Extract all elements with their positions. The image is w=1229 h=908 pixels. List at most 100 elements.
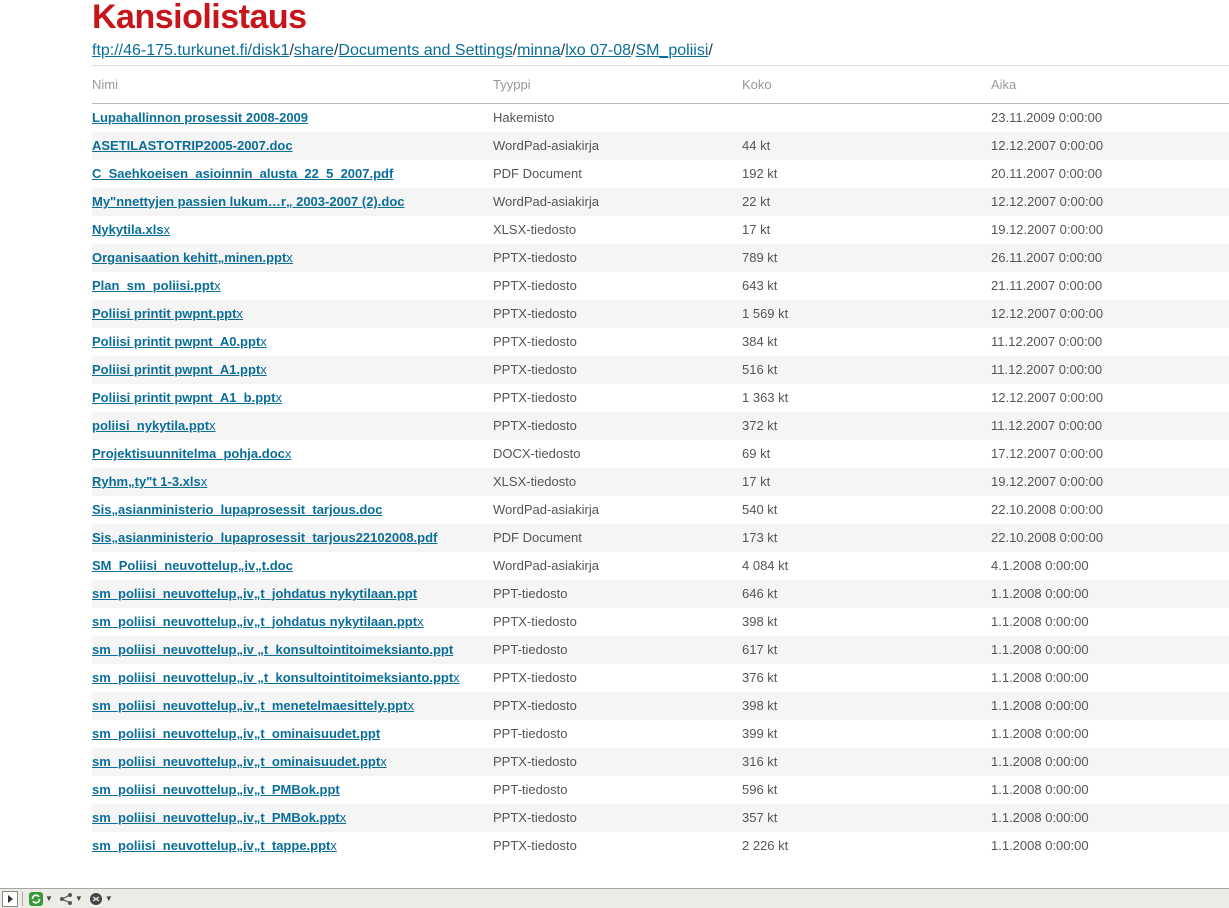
cell-name: sm_poliisi_neuvottelup„iv„t_ominaisuudet… (92, 720, 493, 748)
file-link[interactable]: Nykytila.xlsx (92, 222, 170, 237)
file-link[interactable]: sm_poliisi_neuvottelup„iv „t_konsultoint… (92, 670, 460, 685)
cell-name: Poliisi printit pwpnt_A1_b.pptx (92, 384, 493, 412)
file-name-ext: x (284, 446, 292, 461)
cell-time: 1.1.2008 0:00:00 (991, 776, 1229, 804)
cell-type: WordPad-asiakirja (493, 496, 742, 524)
column-header-type[interactable]: Tyyppi (493, 65, 742, 104)
cell-time: 20.11.2007 0:00:00 (991, 160, 1229, 188)
cell-size: 398 kt (742, 692, 991, 720)
cell-size: 22 kt (742, 188, 991, 216)
file-name-base: sm_poliisi_neuvottelup„iv„t_PMBok.ppt (92, 782, 340, 797)
cell-type: PPT-tiedosto (493, 776, 742, 804)
cell-name: Poliisi printit pwpnt_A0.pptx (92, 328, 493, 356)
cell-type: PPTX-tiedosto (493, 300, 742, 328)
cell-name: sm_poliisi_neuvottelup„iv „t_konsultoint… (92, 636, 493, 664)
cell-type: XLSX-tiedosto (493, 468, 742, 496)
cell-type: PPTX-tiedosto (493, 804, 742, 832)
status-bar: ▼ ▼ ▼ (0, 888, 1229, 908)
breadcrumb-link-5[interactable]: SM_poliisi (635, 42, 708, 59)
file-link[interactable]: sm_poliisi_neuvottelup„iv„t_PMBok.pptx (92, 810, 346, 825)
file-link[interactable]: C_Saehkoeisen_asioinnin_alusta_22_5_2007… (92, 166, 393, 181)
cell-size: 316 kt (742, 748, 991, 776)
file-link[interactable]: sm_poliisi_neuvottelup„iv„t_johdatus nyk… (92, 586, 417, 601)
cell-size: 617 kt (742, 636, 991, 664)
file-link[interactable]: SM_Poliisi_neuvottelup„iv„t.doc (92, 558, 293, 573)
file-link[interactable]: sm_poliisi_neuvottelup„iv„t_tappe.pptx (92, 838, 337, 853)
cell-type: PPTX-tiedosto (493, 692, 742, 720)
file-link[interactable]: Poliisi printit pwpnt_A1.pptx (92, 362, 267, 377)
cell-time: 21.11.2007 0:00:00 (991, 272, 1229, 300)
file-link[interactable]: sm_poliisi_neuvottelup„iv„t_ominaisuudet… (92, 754, 387, 769)
table-row: Organisaation kehitt„minen.pptx PPTX-tied… (92, 244, 1229, 272)
column-header-name[interactable]: Nimi (92, 65, 493, 104)
file-name-base: sm_poliisi_neuvottelup„iv „t_konsultoint… (92, 670, 454, 685)
file-link[interactable]: Sis„asianministerio_lupaprosessit_tarjou… (92, 502, 382, 517)
cell-time: 1.1.2008 0:00:00 (991, 748, 1229, 776)
file-link[interactable]: sm_poliisi_neuvottelup„iv„t_johdatus nyk… (92, 614, 424, 629)
file-name-ext: x (407, 698, 414, 713)
cell-size: 173 kt (742, 524, 991, 552)
breadcrumb-link-1[interactable]: share (294, 42, 334, 59)
file-link[interactable]: sm_poliisi_neuvottelup„iv„t_PMBok.ppt (92, 782, 340, 797)
file-link[interactable]: Plan_sm_poliisi.pptx (92, 278, 221, 293)
cell-time: 1.1.2008 0:00:00 (991, 608, 1229, 636)
file-link[interactable]: My"nnettyjen passien lukum…r„ 2003-2007 … (92, 194, 405, 209)
cell-type: PPTX-tiedosto (493, 412, 742, 440)
file-link[interactable]: Ryhm„ty"t 1-3.xlsx (92, 474, 207, 489)
file-name-base: Organisaation kehitt„minen.ppt (92, 250, 287, 265)
cell-type: PDF Document (493, 160, 742, 188)
cell-name: Sis„asianministerio_lupaprosessit_tarjou… (92, 524, 493, 552)
file-name-base: Sis„asianministerio_lupaprosessit_tarjou… (92, 502, 383, 517)
cell-type: Hakemisto (493, 103, 742, 132)
cell-name: sm_poliisi_neuvottelup„iv„t_PMBok.ppt (92, 776, 493, 804)
file-link[interactable]: sm_poliisi_neuvottelup„iv„t_ominaisuudet… (92, 726, 380, 741)
file-link[interactable]: sm_poliisi_neuvottelup„iv„t_menetelmaesi… (92, 698, 414, 713)
table-row: sm_poliisi_neuvottelup„iv„t_menetelmaesi… (92, 692, 1229, 720)
cell-size: 192 kt (742, 160, 991, 188)
panel-toggle-icon[interactable] (2, 890, 18, 907)
column-header-time[interactable]: Aika (991, 65, 1229, 104)
file-link[interactable]: Sis„asianministerio_lupaprosessit_tarjou… (92, 530, 437, 545)
file-link[interactable]: Poliisi printit pwpnt_A1_b.pptx (92, 390, 282, 405)
connection-button[interactable]: ▼ (59, 891, 83, 907)
file-link[interactable]: Poliisi printit pwpnt_A0.pptx (92, 334, 267, 349)
file-link[interactable]: Poliisi printit pwpnt.pptx (92, 306, 243, 321)
cell-name: Lupahallinnon prosessit 2008-2009 (92, 103, 493, 132)
file-name-ext: x (260, 362, 267, 377)
cell-time: 19.12.2007 0:00:00 (991, 468, 1229, 496)
file-link[interactable]: ASETILASTOTRIP2005-2007.doc (92, 138, 293, 153)
sync-button[interactable]: ▼ (29, 891, 53, 907)
file-name-ext: x (275, 390, 282, 405)
cell-time: 26.11.2007 0:00:00 (991, 244, 1229, 272)
file-name-base: sm_poliisi_neuvottelup„iv„t_PMBok.ppt (92, 810, 340, 825)
cell-type: WordPad-asiakirja (493, 188, 742, 216)
cell-name: Projektisuunnitelma_pohja.docx (92, 440, 493, 468)
table-row: C_Saehkoeisen_asioinnin_alusta_22_5_2007… (92, 160, 1229, 188)
cell-size: 17 kt (742, 216, 991, 244)
page: Kansiolistaus ftp://46-175.turkunet.fi/d… (0, 0, 1229, 888)
cell-size: 643 kt (742, 272, 991, 300)
cell-size: 646 kt (742, 580, 991, 608)
file-link[interactable]: sm_poliisi_neuvottelup„iv „t_konsultoint… (92, 642, 453, 657)
table-row: Plan_sm_poliisi.pptx PPTX-tiedosto 643 kt 2… (92, 272, 1229, 300)
breadcrumb-link-3[interactable]: minna (517, 42, 561, 59)
cell-time: 1.1.2008 0:00:00 (991, 580, 1229, 608)
cell-size: 17 kt (742, 468, 991, 496)
breadcrumb-link-2[interactable]: Documents and Settings (338, 42, 512, 59)
file-name-base: poliisi_nykytila.ppt (92, 418, 210, 433)
table-row: ASETILASTOTRIP2005-2007.doc WordPad-asiak… (92, 132, 1229, 160)
breadcrumb-link-4[interactable]: lxo 07-08 (565, 42, 631, 59)
file-name-ext: x (163, 222, 171, 237)
breadcrumb-link-0[interactable]: ftp://46-175.turkunet.fi/disk1 (92, 42, 289, 59)
file-link[interactable]: Lupahallinnon prosessit 2008-2009 (92, 110, 308, 125)
file-link[interactable]: poliisi_nykytila.pptx (92, 418, 216, 433)
globe-button[interactable]: ▼ (89, 891, 113, 907)
file-link[interactable]: Projektisuunnitelma_pohja.docx (92, 446, 291, 461)
file-link[interactable]: Organisaation kehitt„minen.pptx (92, 250, 293, 265)
cell-type: DOCX-tiedosto (493, 440, 742, 468)
chevron-down-icon: ▼ (45, 894, 53, 903)
column-header-size[interactable]: Koko (742, 65, 991, 104)
cell-size: 596 kt (742, 776, 991, 804)
cell-time: 1.1.2008 0:00:00 (991, 832, 1229, 860)
cell-time: 11.12.2007 0:00:00 (991, 328, 1229, 356)
